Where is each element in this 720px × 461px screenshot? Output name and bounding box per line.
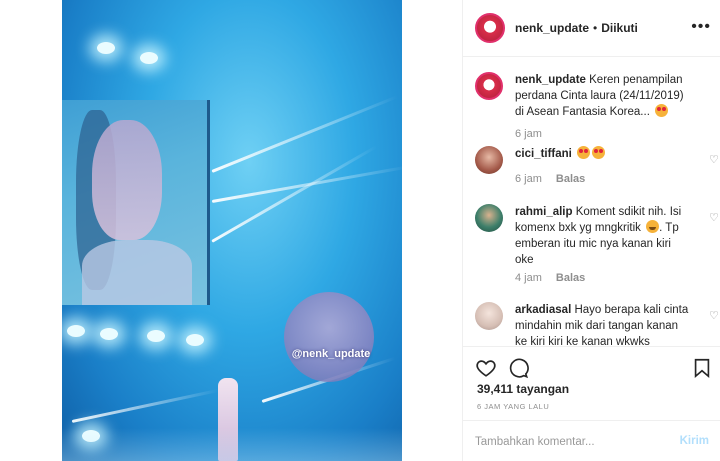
post-timestamp: 6 JAM YANG LALU <box>477 402 550 411</box>
reply-button[interactable]: Balas <box>556 173 585 185</box>
comment-meta: 6 jam <box>515 128 542 140</box>
comment-item: cici_tiffani ♡ 6 jam Balas <box>475 146 719 186</box>
comment-time: 4 jam <box>515 272 542 284</box>
heart-icon[interactable] <box>475 357 497 379</box>
reply-button[interactable]: Balas <box>556 272 585 284</box>
stage-light <box>147 330 165 342</box>
comment-text-block: cici_tiffani <box>515 146 691 162</box>
post-video[interactable]: @nenk_update <box>62 0 402 461</box>
screen-figure-face <box>92 120 162 240</box>
comment-input[interactable] <box>475 433 665 451</box>
post-actions <box>463 346 720 386</box>
more-icon[interactable]: ••• <box>691 18 711 36</box>
follow-status-button[interactable]: Diikuti <box>601 21 638 35</box>
post-comment-button[interactable]: Kirim <box>680 435 709 447</box>
header-username[interactable]: nenk_update <box>515 21 589 35</box>
stage-light-beam <box>211 95 398 173</box>
screen-figure-body <box>82 240 192 305</box>
stage-light <box>67 325 85 337</box>
comment-icon[interactable] <box>507 357 529 379</box>
watermark-text: @nenk_update <box>291 348 371 360</box>
comments-list: nenk_update Keren penampilan perdana Cin… <box>463 58 720 346</box>
separator-dot: • <box>593 21 598 35</box>
post-side-panel: nenk_update • Diikuti ••• nenk_update Ke… <box>462 0 720 461</box>
avatar[interactable] <box>475 13 505 43</box>
comment-time: 6 jam <box>515 128 542 140</box>
view-count[interactable]: 39,411 tayangan <box>477 382 569 396</box>
heart-eyes-emoji-icon <box>592 146 606 159</box>
comment-username[interactable]: rahmi_alip <box>515 206 573 218</box>
comment-username[interactable]: cici_tiffani <box>515 148 572 160</box>
stage-light-beam <box>71 388 220 423</box>
comment-meta: 4 jam Balas <box>515 272 585 284</box>
bookmark-icon[interactable] <box>691 357 713 379</box>
comment-item: rahmi_alip Koment sdikit nih. Isi komenx… <box>475 204 719 290</box>
stage-light <box>100 328 118 340</box>
comment-username[interactable]: nenk_update <box>515 74 586 86</box>
post-header: nenk_update • Diikuti ••• <box>463 0 720 57</box>
stage-light <box>186 334 204 346</box>
avatar[interactable] <box>475 146 503 174</box>
comment-composer: Kirim <box>463 420 720 461</box>
comment-username[interactable]: arkadiasal <box>515 304 571 316</box>
stage-screen <box>62 100 210 305</box>
page-gutter <box>0 0 62 461</box>
avatar[interactable] <box>475 302 503 330</box>
heart-eyes-emoji-icon <box>577 146 591 159</box>
comment-like-icon[interactable]: ♡ <box>709 211 720 224</box>
comment-like-icon[interactable]: ♡ <box>709 153 720 166</box>
stage-floor <box>62 428 402 461</box>
comment-text-block: arkadiasal Hayo berapa kali cinta mindah… <box>515 302 691 346</box>
grin-sweat-emoji-icon <box>646 220 660 233</box>
caption-text: nenk_update Keren penampilan perdana Cin… <box>515 72 691 120</box>
comment-time: 6 jam <box>515 173 542 185</box>
watermark-logo <box>284 292 374 382</box>
stage-light <box>97 42 115 54</box>
stage-light <box>140 52 158 64</box>
comment-text-block: rahmi_alip Koment sdikit nih. Isi komenx… <box>515 204 691 268</box>
comment-like-icon[interactable]: ♡ <box>709 309 720 322</box>
comment-meta: 6 jam Balas <box>515 173 585 185</box>
heart-eyes-emoji-icon <box>655 104 669 117</box>
caption: nenk_update Keren penampilan perdana Cin… <box>475 72 711 152</box>
avatar[interactable] <box>475 72 503 100</box>
comment-item: arkadiasal Hayo berapa kali cinta mindah… <box>475 302 719 346</box>
avatar[interactable] <box>475 204 503 232</box>
